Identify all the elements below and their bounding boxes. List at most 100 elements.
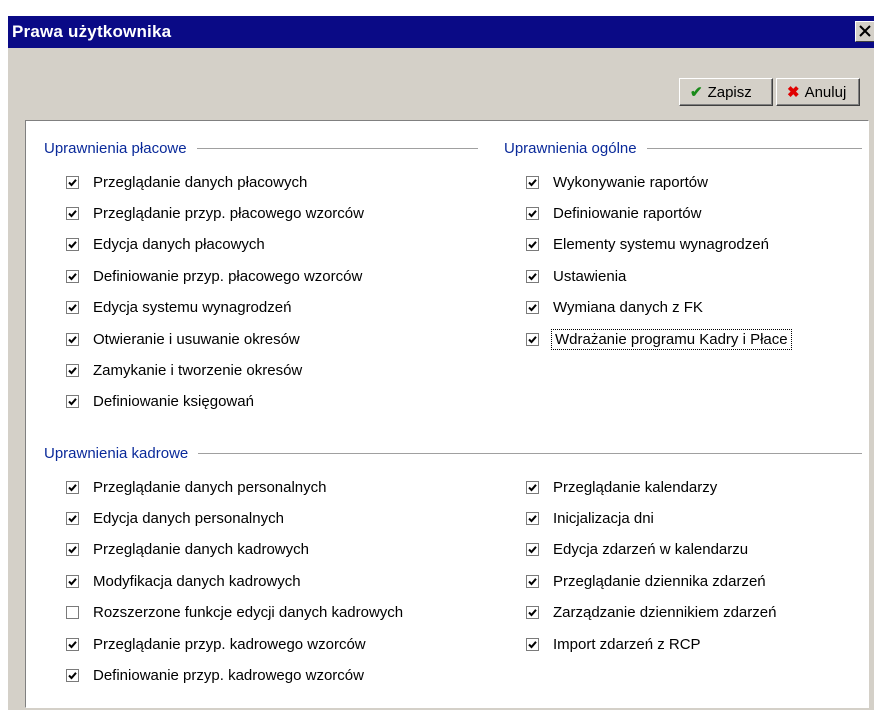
permission-checkbox-row[interactable]: Przeglądanie danych płacowych <box>66 171 307 193</box>
permission-checkbox-row[interactable]: Definiowanie przyp. kadrowego wzorców <box>66 664 364 686</box>
group-title-ogolne: Uprawnienia ogólne <box>504 138 862 158</box>
checkbox-checked[interactable] <box>526 637 539 651</box>
checkbox-checked[interactable] <box>526 238 539 252</box>
checkbox-checked[interactable] <box>66 668 79 682</box>
permission-checkbox-row[interactable]: Wykonywanie raportów <box>526 171 708 193</box>
checkbox-checked[interactable] <box>526 269 539 283</box>
permission-checkbox-row[interactable]: Definiowanie księgowań <box>66 391 254 413</box>
permission-checkbox-row[interactable]: Elementy systemu wynagrodzeń <box>526 234 769 256</box>
permission-label: Wdrażanie programu Kadry i Płace <box>551 328 792 350</box>
permission-label: Wymiana danych z FK <box>553 299 703 317</box>
cancel-button-label: Anuluj <box>804 83 847 101</box>
permission-checkbox-row[interactable]: Zamykanie i tworzenie okresów <box>66 359 302 381</box>
permission-checkbox-row[interactable]: Inicjalizacja dni <box>526 507 654 529</box>
checkbox-checked[interactable] <box>526 301 539 315</box>
permission-label: Wykonywanie raportów <box>553 173 708 191</box>
permission-label: Edycja danych personalnych <box>93 509 284 527</box>
group-title-label: Uprawnienia płacowe <box>44 139 187 157</box>
permission-label: Definiowanie przyp. kadrowego wzorców <box>93 666 364 684</box>
cancel-button[interactable]: ✖ Anuluj <box>776 78 860 106</box>
checkbox-checked[interactable] <box>66 332 79 346</box>
permission-checkbox-row[interactable]: Wdrażanie programu Kadry i Płace <box>526 328 792 350</box>
group-divider <box>198 452 862 454</box>
checkbox-unchecked[interactable] <box>66 606 79 620</box>
permission-label: Przeglądanie kalendarzy <box>553 478 718 496</box>
checkbox-checked[interactable] <box>526 574 539 588</box>
checkbox-checked[interactable] <box>526 606 539 620</box>
checkbox-checked[interactable] <box>66 269 79 283</box>
checkbox-checked[interactable] <box>66 637 79 651</box>
permission-label: Otwieranie i usuwanie okresów <box>93 330 300 348</box>
permission-label: Edycja systemu wynagrodzeń <box>93 299 292 317</box>
permission-checkbox-row[interactable]: Przeglądanie przyp. kadrowego wzorców <box>66 633 366 655</box>
permissions-panel: Uprawnienia płacowe Uprawnienia ogólne U… <box>25 120 869 708</box>
permission-checkbox-row[interactable]: Wymiana danych z FK <box>526 297 703 319</box>
group-title-placowe: Uprawnienia płacowe <box>44 138 478 158</box>
permission-label: Przeglądanie przyp. kadrowego wzorców <box>93 635 366 653</box>
close-button[interactable] <box>855 21 874 42</box>
group-divider <box>196 147 478 149</box>
permission-checkbox-row[interactable]: Edycja systemu wynagrodzeń <box>66 297 291 319</box>
permission-checkbox-row[interactable]: Modyfikacja danych kadrowych <box>66 570 301 592</box>
title-bar[interactable]: Prawa użytkownika <box>8 16 874 48</box>
dialog-window: Prawa użytkownika ✔ Zapisz ✖ Anuluj Upra… <box>7 15 874 710</box>
close-icon <box>859 25 871 37</box>
checkbox-checked[interactable] <box>66 175 79 189</box>
permission-checkbox-row[interactable]: Ustawienia <box>526 265 626 287</box>
checkbox-checked[interactable] <box>526 543 539 557</box>
checkbox-checked[interactable] <box>526 511 539 525</box>
checkbox-checked[interactable] <box>526 175 539 189</box>
permission-checkbox-row[interactable]: Edycja danych płacowych <box>66 234 265 256</box>
group-title-label: Uprawnienia kadrowe <box>44 444 189 462</box>
group-title-label: Uprawnienia ogólne <box>504 139 637 157</box>
permission-checkbox-row[interactable]: Import zdarzeń z RCP <box>526 633 701 655</box>
permission-label: Przeglądanie danych kadrowych <box>93 541 309 559</box>
checkbox-checked[interactable] <box>66 206 79 220</box>
checkbox-checked[interactable] <box>66 511 79 525</box>
permission-checkbox-row[interactable]: Przeglądanie dziennika zdarzeń <box>526 570 766 592</box>
permission-checkbox-row[interactable]: Definiowanie przyp. płacowego wzorców <box>66 265 362 287</box>
save-button[interactable]: ✔ Zapisz <box>679 78 773 106</box>
permission-label: Przeglądanie danych personalnych <box>93 478 327 496</box>
permission-checkbox-row[interactable]: Definiowanie raportów <box>526 202 701 224</box>
x-icon: ✖ <box>787 84 800 101</box>
checkbox-checked[interactable] <box>526 332 539 346</box>
checkbox-checked[interactable] <box>66 480 79 494</box>
permission-checkbox-row[interactable]: Zarządzanie dziennikiem zdarzeń <box>526 602 776 624</box>
save-button-label: Zapisz <box>707 83 752 101</box>
checkbox-checked[interactable] <box>526 480 539 494</box>
permission-checkbox-row[interactable]: Edycja zdarzeń w kalendarzu <box>526 539 748 561</box>
checkbox-checked[interactable] <box>66 395 79 409</box>
permission-label: Definiowanie księgowań <box>93 393 254 411</box>
permission-checkbox-row[interactable]: Rozszerzone funkcje edycji danych kadrow… <box>66 602 403 624</box>
permission-label: Przeglądanie dziennika zdarzeń <box>553 572 766 590</box>
permission-label: Modyfikacja danych kadrowych <box>93 572 301 590</box>
permission-label: Import zdarzeń z RCP <box>553 635 701 653</box>
permission-checkbox-row[interactable]: Przeglądanie danych personalnych <box>66 476 327 498</box>
permission-checkbox-row[interactable]: Edycja danych personalnych <box>66 507 284 529</box>
group-title-kadrowe: Uprawnienia kadrowe <box>44 443 862 463</box>
checkbox-checked[interactable] <box>66 363 79 377</box>
permission-checkbox-row[interactable]: Otwieranie i usuwanie okresów <box>66 328 300 350</box>
checkbox-checked[interactable] <box>526 206 539 220</box>
checkmark-icon: ✔ <box>690 84 703 101</box>
checkbox-checked[interactable] <box>66 301 79 315</box>
permission-label: Edycja zdarzeń w kalendarzu <box>553 541 749 559</box>
window-title: Prawa użytkownika <box>12 22 172 41</box>
permission-label: Inicjalizacja dni <box>553 509 654 527</box>
permission-checkbox-row[interactable]: Przeglądanie danych kadrowych <box>66 539 309 561</box>
checkbox-checked[interactable] <box>66 543 79 557</box>
checkbox-checked[interactable] <box>66 574 79 588</box>
permission-label: Ustawienia <box>553 267 627 285</box>
permission-checkbox-row[interactable]: Przeglądanie przyp. płacowego wzorców <box>66 202 364 224</box>
permission-label: Rozszerzone funkcje edycji danych kadrow… <box>93 604 404 622</box>
permission-checkbox-row[interactable]: Przeglądanie kalendarzy <box>526 476 717 498</box>
permission-label: Przeglądanie przyp. płacowego wzorców <box>93 204 364 222</box>
group-divider <box>646 147 862 149</box>
permission-label: Definiowanie raportów <box>553 204 702 222</box>
permission-label: Elementy systemu wynagrodzeń <box>553 236 769 254</box>
permission-label: Przeglądanie danych płacowych <box>93 173 308 191</box>
checkbox-checked[interactable] <box>66 238 79 252</box>
permission-label: Edycja danych płacowych <box>93 236 265 254</box>
permission-label: Definiowanie przyp. płacowego wzorców <box>93 267 363 285</box>
